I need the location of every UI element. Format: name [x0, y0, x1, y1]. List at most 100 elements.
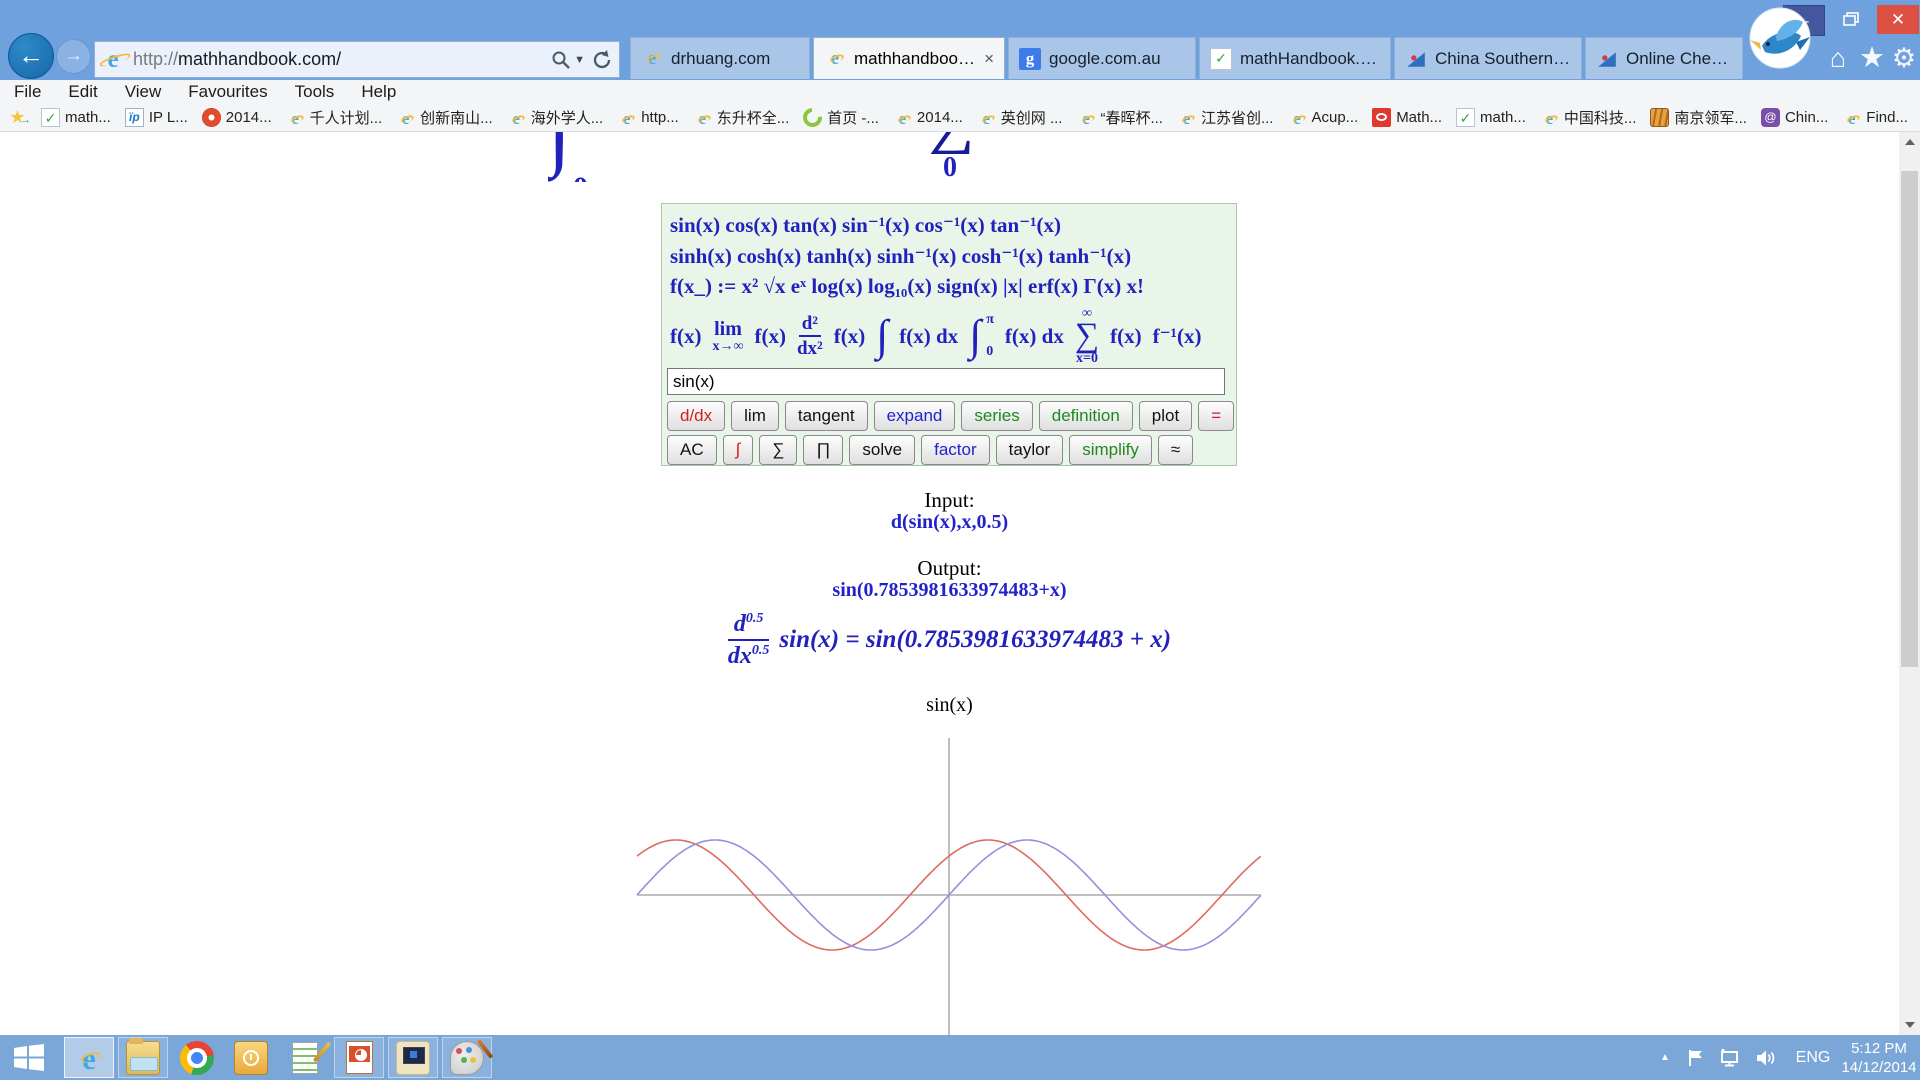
- start-button[interactable]: [0, 1035, 58, 1080]
- taskbar-app-presentation-display[interactable]: [388, 1037, 438, 1078]
- favorite-item[interactable]: ★: [8, 108, 27, 127]
- panel-button-tangent[interactable]: tangent: [785, 401, 868, 431]
- tab-google-com-au[interactable]: ggoogle.com.au: [1008, 37, 1196, 79]
- scroll-up-arrow[interactable]: [1899, 132, 1920, 152]
- favorite-item[interactable]: e“春晖杯...: [1076, 107, 1163, 128]
- panel-button-ddx[interactable]: d/dx: [667, 401, 725, 431]
- integral-glyph: ∫: [548, 132, 571, 174]
- tab-online-check-in[interactable]: Online Check-in: [1585, 37, 1743, 79]
- restore-button[interactable]: [1829, 5, 1873, 34]
- tab-drhuang-com[interactable]: edrhuang.com: [630, 37, 810, 79]
- favorite-item[interactable]: e创新南山...: [396, 107, 493, 128]
- tab-close-icon[interactable]: ×: [984, 49, 994, 69]
- bird-logo-icon[interactable]: [1748, 6, 1812, 70]
- volume-icon[interactable]: [1750, 1035, 1782, 1080]
- panel-button-factor[interactable]: factor: [921, 435, 990, 465]
- taskbar-app-internet-explorer[interactable]: e: [64, 1037, 114, 1078]
- favorite-item[interactable]: eAcup...: [1287, 108, 1358, 127]
- favorite-label: 千人计划...: [310, 107, 383, 128]
- favorite-item[interactable]: e海外学人...: [507, 107, 604, 128]
- favorite-item[interactable]: e江苏省创...: [1177, 107, 1274, 128]
- back-button[interactable]: ←: [8, 33, 54, 79]
- search-icon[interactable]: [550, 49, 572, 71]
- tab-label: mathhandbook.com: [854, 49, 976, 69]
- address-url[interactable]: http://mathhandbook.com/: [133, 49, 546, 70]
- tab-mathhandbook-com[interactable]: emathhandbook.com×: [813, 37, 1005, 79]
- close-button[interactable]: ✕: [1877, 5, 1919, 34]
- clipped-sum-formula: ∑: [915, 132, 985, 154]
- search-dropdown-caret-icon[interactable]: ▼: [574, 54, 585, 66]
- menu-item-file[interactable]: File: [14, 82, 41, 102]
- action-center-flag-icon[interactable]: [1682, 1035, 1710, 1080]
- panel-button-[interactable]: ∑: [759, 435, 797, 465]
- taskbar-app-outlook[interactable]: [226, 1037, 276, 1078]
- menu-item-edit[interactable]: Edit: [68, 82, 97, 102]
- sum-glyph: ∑: [926, 132, 973, 154]
- taskbar-app-paint[interactable]: [442, 1037, 492, 1078]
- panel-button-[interactable]: =: [1198, 401, 1234, 431]
- favorite-item[interactable]: 2014...: [202, 108, 272, 127]
- forward-button[interactable]: →: [56, 39, 91, 74]
- home-icon[interactable]: ⌂: [1822, 42, 1854, 74]
- favorite-item[interactable]: e东升杯全...: [693, 107, 790, 128]
- refresh-icon[interactable]: [591, 49, 613, 71]
- favorite-item[interactable]: ehttp...: [617, 108, 679, 127]
- expression-input[interactable]: [667, 368, 1225, 395]
- taskbar-app-file-explorer[interactable]: [118, 1037, 168, 1078]
- panel-button-[interactable]: ≈: [1158, 435, 1193, 465]
- settings-gear-icon[interactable]: ⚙: [1888, 42, 1920, 74]
- panel-button-plot[interactable]: plot: [1139, 401, 1192, 431]
- integral-icon: ∫: [969, 314, 981, 358]
- math-token: f(x): [670, 324, 701, 349]
- math-token: f(x): [754, 324, 785, 349]
- panel-button-lim[interactable]: lim: [731, 401, 779, 431]
- address-bar[interactable]: e http://mathhandbook.com/ ▼: [94, 41, 620, 78]
- favorite-label: Math...: [1396, 109, 1442, 126]
- math-token: f⁻¹(x): [1153, 323, 1202, 349]
- plot-title: sin(x): [0, 694, 1899, 717]
- favorite-item[interactable]: e中国科技...: [1540, 107, 1637, 128]
- clock[interactable]: 5:12 PM 14/12/2014: [1840, 1035, 1918, 1080]
- favorite-label: http...: [641, 109, 679, 126]
- panel-button-[interactable]: ∏: [803, 435, 843, 465]
- favorite-item[interactable]: 南京领军...: [1650, 107, 1747, 128]
- taskbar-app-powerpoint[interactable]: [334, 1037, 384, 1078]
- powerpoint-icon: [346, 1041, 373, 1074]
- tray-overflow-arrow[interactable]: ▲: [1652, 1035, 1678, 1080]
- panel-button-series[interactable]: series: [961, 401, 1032, 431]
- panel-button-[interactable]: ∫: [723, 435, 754, 465]
- tab-mathhandbook-com-[interactable]: ✓mathHandbook.com -...: [1199, 37, 1391, 79]
- taskbar-app-notepad[interactable]: [280, 1037, 330, 1078]
- menu-item-favourites[interactable]: Favourites: [188, 82, 267, 102]
- vertical-scrollbar[interactable]: [1899, 132, 1920, 1035]
- panel-button-ac[interactable]: AC: [667, 435, 717, 465]
- menu-item-view[interactable]: View: [125, 82, 162, 102]
- favorite-item[interactable]: ✓math...: [41, 108, 111, 127]
- taskbar-app-chrome[interactable]: [172, 1037, 222, 1078]
- favorite-label: 海外学人...: [531, 107, 604, 128]
- favorites-star-icon[interactable]: ★: [1856, 42, 1888, 74]
- favorite-item[interactable]: e英创网 ...: [977, 107, 1063, 128]
- network-icon[interactable]: [1714, 1035, 1746, 1080]
- favorite-item[interactable]: Math...: [1372, 108, 1442, 127]
- favorite-item[interactable]: e2014...: [893, 108, 963, 127]
- favorite-item[interactable]: ✓math...: [1456, 108, 1526, 127]
- favorite-item[interactable]: ïpIP L...: [125, 108, 188, 127]
- favorite-item[interactable]: e千人计划...: [286, 107, 383, 128]
- language-indicator[interactable]: ENG: [1790, 1035, 1836, 1080]
- favorite-item[interactable]: 首页 -...: [803, 107, 879, 128]
- favorite-item[interactable]: @Chin...: [1761, 108, 1828, 127]
- scrollbar-thumb[interactable]: [1901, 171, 1918, 667]
- scroll-down-arrow[interactable]: [1899, 1015, 1920, 1035]
- panel-button-definition[interactable]: definition: [1039, 401, 1133, 431]
- menu-item-tools[interactable]: Tools: [295, 82, 335, 102]
- favorite-item[interactable]: eFind...: [1842, 108, 1908, 127]
- panel-button-expand[interactable]: expand: [874, 401, 956, 431]
- tab-china-southern-airline-[interactable]: China Southern Airline...: [1394, 37, 1582, 79]
- sum-lower-limit: 0: [915, 152, 985, 184]
- favorite-label: math...: [65, 109, 111, 126]
- panel-button-solve[interactable]: solve: [849, 435, 915, 465]
- panel-button-taylor[interactable]: taylor: [996, 435, 1064, 465]
- panel-button-simplify[interactable]: simplify: [1069, 435, 1152, 465]
- menu-item-help[interactable]: Help: [361, 82, 396, 102]
